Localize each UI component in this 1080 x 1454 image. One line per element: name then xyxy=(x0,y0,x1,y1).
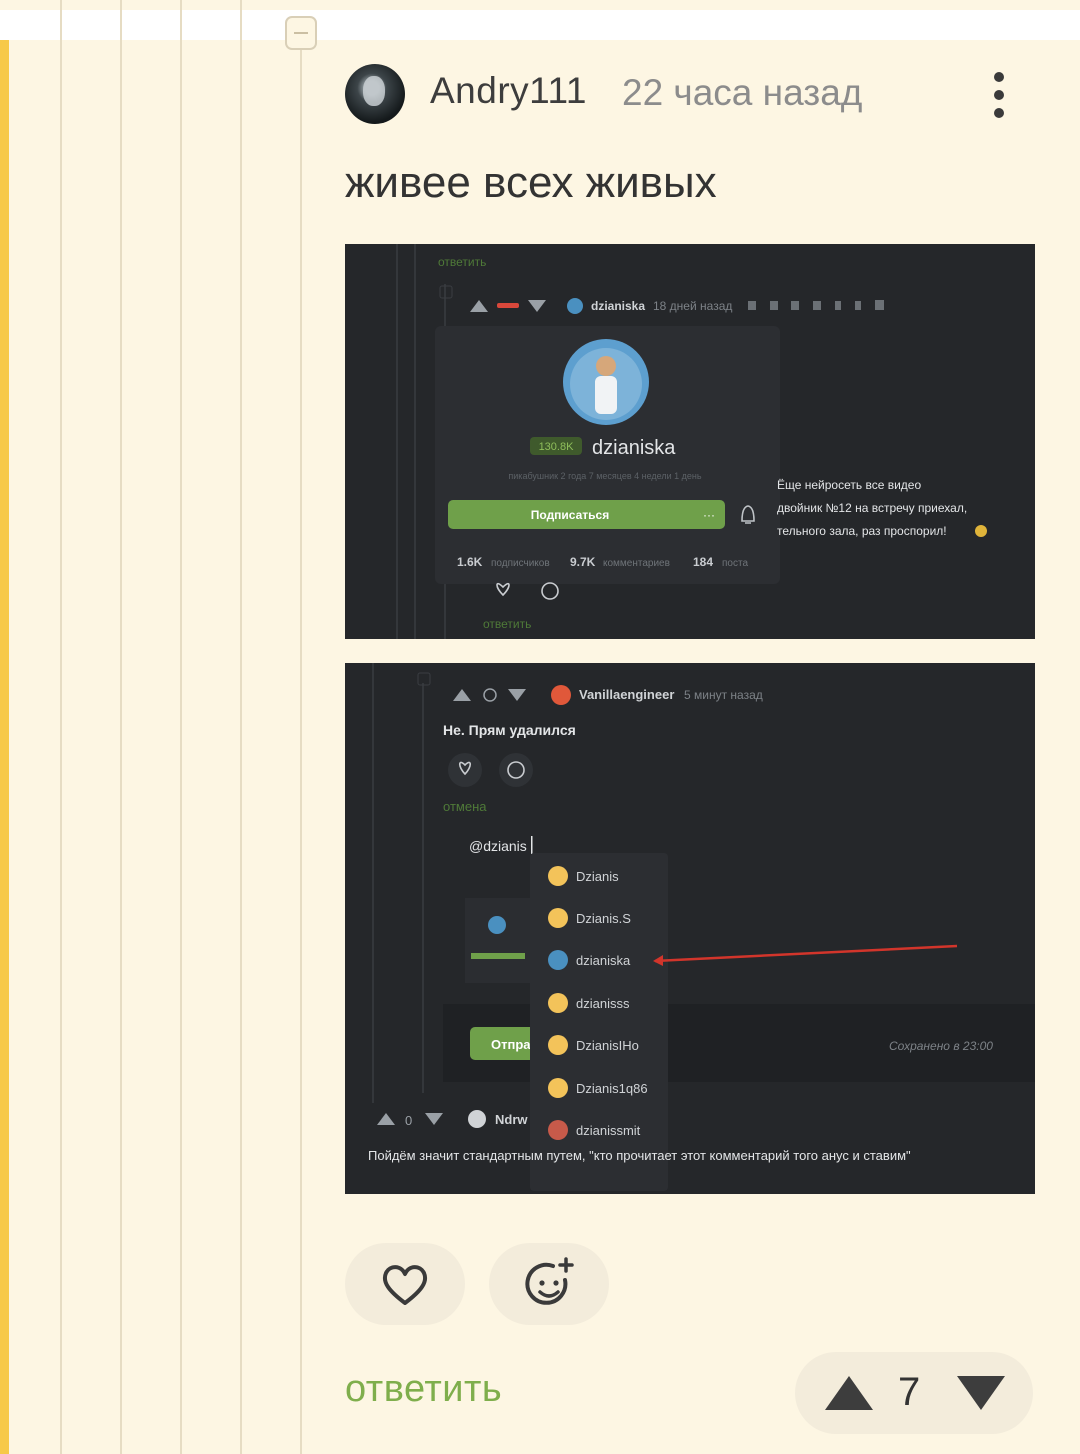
avatar[interactable] xyxy=(567,298,583,314)
author-name[interactable]: Andry111 xyxy=(430,70,587,112)
thread-line[interactable] xyxy=(60,0,62,1454)
more-icon[interactable]: ··· xyxy=(703,508,715,522)
mention-dropdown xyxy=(530,853,668,1191)
svg-text:DzianisIHo: DzianisIHo xyxy=(576,1038,639,1053)
svg-text:dzianissmit: dzianissmit xyxy=(576,1123,641,1138)
svg-text:dzianisss: dzianisss xyxy=(576,996,630,1011)
svg-text:Dzianis1q86: Dzianis1q86 xyxy=(576,1081,648,1096)
like-button[interactable] xyxy=(345,1243,465,1325)
collapse-icon[interactable] xyxy=(285,16,317,50)
svg-text:Dzianis.S: Dzianis.S xyxy=(576,911,631,926)
arrow-down-icon[interactable] xyxy=(955,1374,1007,1412)
thread-line[interactable] xyxy=(120,0,122,1454)
svg-text:комментариев: комментариев xyxy=(603,558,670,569)
svg-text:Dzianis: Dzianis xyxy=(576,869,619,884)
svg-text:Отпра: Отпра xyxy=(491,1037,531,1052)
left-accent-edge xyxy=(0,40,9,1454)
username[interactable]: dzianiska xyxy=(591,299,645,313)
emoji-icon xyxy=(975,525,987,537)
vote-count: 0 xyxy=(405,1113,412,1128)
comment-text: Не. Прям удалился xyxy=(443,722,576,738)
comment-image-1[interactable]: ответить dzianiska 18 дней назад 130.8K … xyxy=(345,244,1035,639)
svg-text:184: 184 xyxy=(693,555,713,569)
suggestion-item[interactable]: DzianisIHo xyxy=(548,1035,639,1055)
svg-text:9.7K: 9.7K xyxy=(570,555,596,569)
thread-line[interactable] xyxy=(300,50,302,1454)
comment-time: 5 минут назад xyxy=(684,688,763,702)
suggestion-item[interactable]: Dzianis1q86 xyxy=(548,1078,648,1098)
comment-time[interactable]: 22 часа назад xyxy=(622,72,862,114)
reply-link[interactable]: ответить xyxy=(345,1368,502,1411)
heart-icon xyxy=(383,1265,427,1305)
saved-status: Сохранено в 23:00 xyxy=(889,1039,993,1053)
rating-bar xyxy=(497,303,519,308)
svg-text:Ёще нейросеть все видео: Ёще нейросеть все видео xyxy=(777,478,921,492)
comment-text: живее всех живых xyxy=(345,158,717,207)
comment-time: 18 дней назад xyxy=(653,299,732,313)
suggestion-item[interactable]: dzianissmit xyxy=(548,1120,641,1140)
rating-count: 7 xyxy=(898,1370,921,1414)
reply-link[interactable]: ответить xyxy=(483,617,531,631)
top-background xyxy=(0,0,1080,10)
profile-stats: 1.6K подписчиков 9.7K комментариев 184 п… xyxy=(457,555,748,569)
svg-text:dzianiska: dzianiska xyxy=(576,953,631,968)
emoji-add-icon xyxy=(525,1257,574,1305)
svg-text:130.8K: 130.8K xyxy=(539,441,575,453)
svg-text:тельного зала, раз проспорил!: тельного зала, раз проспорил! xyxy=(777,524,947,538)
svg-text:подписчиков: подписчиков xyxy=(491,558,550,569)
comment-image-2[interactable]: Vanillaengineer 5 минут назад Не. Прям у… xyxy=(345,663,1035,1194)
suggestion-item[interactable]: Dzianis xyxy=(548,866,619,886)
avatar[interactable] xyxy=(468,1110,486,1128)
suggestion-item[interactable]: dzianisss xyxy=(548,993,630,1013)
avatar[interactable] xyxy=(345,64,405,124)
more-vert-icon[interactable] xyxy=(984,68,1014,122)
suggestion-item[interactable]: dzianiska xyxy=(548,950,631,970)
username[interactable]: Ndrw xyxy=(495,1112,528,1127)
thread-line[interactable] xyxy=(180,0,182,1454)
pikabu-age: пикабушник 2 года 7 месяцев 4 недели 1 д… xyxy=(508,471,701,481)
svg-text:1.6K: 1.6K xyxy=(457,555,483,569)
svg-text:поста: поста xyxy=(722,558,748,569)
reply-input[interactable]: @dzianis xyxy=(469,838,527,854)
top-strip xyxy=(0,10,1080,40)
add-reaction-button[interactable] xyxy=(489,1243,609,1325)
arrow-up-icon[interactable] xyxy=(823,1374,875,1412)
cancel-link[interactable]: отмена xyxy=(443,799,487,814)
profile-name[interactable]: dzianiska xyxy=(592,437,676,459)
comment-text: Пойдём значит стандартным путем, "кто пр… xyxy=(368,1148,911,1163)
suggestion-item[interactable]: Dzianis.S xyxy=(548,908,631,928)
svg-text:двойник №12 на встречу приехал: двойник №12 на встречу приехал, xyxy=(777,501,967,515)
thread-line[interactable] xyxy=(240,0,242,1454)
username[interactable]: Vanillaengineer xyxy=(579,687,674,702)
vote-widget: 7 xyxy=(795,1352,1033,1434)
reply-link[interactable]: ответить xyxy=(438,255,486,269)
image-thumbnail xyxy=(465,898,530,983)
svg-text:Подписаться: Подписаться xyxy=(531,508,609,522)
avatar[interactable] xyxy=(551,685,571,705)
